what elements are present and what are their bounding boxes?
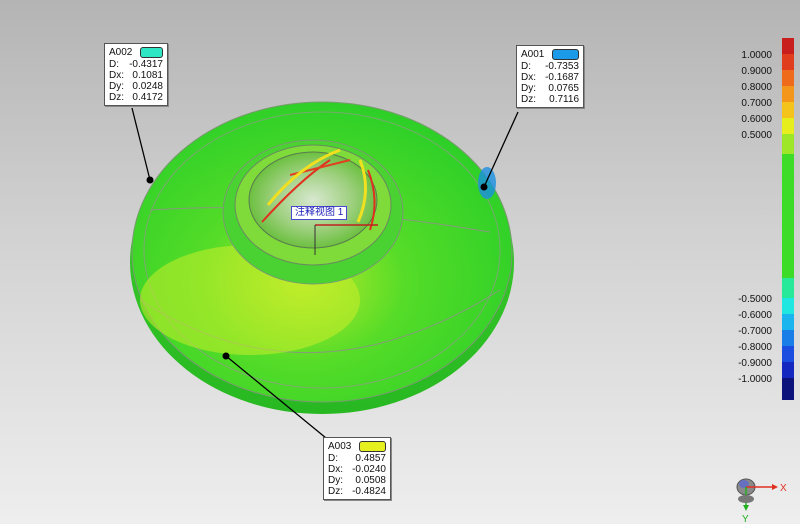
row-key: Dz: <box>521 94 536 105</box>
triad-y-label: Y <box>742 514 749 524</box>
row-value: -0.7353 <box>545 61 579 72</box>
row-value: -0.4317 <box>129 59 163 70</box>
row-key: Dz: <box>109 92 124 103</box>
row-value: 0.0508 <box>355 475 386 486</box>
legend-tick: -0.5000 <box>738 294 772 305</box>
color-swatch <box>140 47 163 58</box>
row-value: 0.1081 <box>132 70 163 81</box>
row-key: Dz: <box>328 486 343 497</box>
annotation-view-label[interactable]: 注释视图 1 <box>291 206 348 220</box>
row-key: Dy: <box>109 81 124 92</box>
color-scale-bar <box>782 38 794 400</box>
callout-id: A002 <box>109 47 133 58</box>
row-key: D: <box>109 59 119 70</box>
row-key: Dy: <box>328 475 343 486</box>
row-key: D: <box>521 61 531 72</box>
color-swatch <box>552 49 579 60</box>
callout-a001[interactable]: A001 D: -0.7353 Dx: -0.1687 Dy: 0.0765 Dz: 0… <box>516 45 584 108</box>
view-triad-icon[interactable]: X Y <box>736 478 787 524</box>
row-value: -0.4824 <box>352 486 386 497</box>
row-value: 0.4857 <box>355 453 386 464</box>
row-value: 0.0248 <box>132 81 163 92</box>
row-key: D: <box>328 453 338 464</box>
legend-tick: 0.7000 <box>741 98 772 109</box>
row-key: Dy: <box>521 83 536 94</box>
row-value: -0.1687 <box>545 72 579 83</box>
row-value: 0.0765 <box>548 83 579 94</box>
row-key: Dx: <box>328 464 343 475</box>
hub-inner <box>248 151 378 249</box>
row-value: 0.4172 <box>132 92 163 103</box>
legend-tick: -0.7000 <box>738 326 772 337</box>
legend-tick: 0.6000 <box>741 114 772 125</box>
legend-tick: -1.0000 <box>738 374 772 385</box>
row-value: -0.0240 <box>352 464 386 475</box>
deviation-patch-blue <box>478 167 496 199</box>
legend-tick: -0.6000 <box>738 310 772 321</box>
triad-x-label: X <box>780 483 787 494</box>
callout-a003[interactable]: A003 D: 0.4857 Dx: -0.0240 Dy: 0.0508 Dz: -0… <box>323 437 391 500</box>
legend-tick: 0.5000 <box>741 130 772 141</box>
row-key: Dx: <box>521 72 536 83</box>
callout-a002[interactable]: A002 D: -0.4317 Dx: 0.1081 Dy: 0.0248 Dz: 0.… <box>104 43 168 106</box>
callout-id: A001 <box>521 49 545 60</box>
legend-tick: 1.0000 <box>741 50 772 61</box>
color-swatch <box>359 441 386 452</box>
callout-id: A003 <box>328 441 352 452</box>
legend-tick: 0.9000 <box>741 66 772 77</box>
impeller-model[interactable] <box>130 101 514 414</box>
legend-tick: -0.8000 <box>738 342 772 353</box>
legend-tick: -0.9000 <box>738 358 772 369</box>
legend-tick: 0.8000 <box>741 82 772 93</box>
row-value: 0.7116 <box>549 94 579 105</box>
color-legend: 1.0000 0.9000 0.8000 0.7000 0.6000 0.500… <box>738 38 800 400</box>
row-key: Dx: <box>109 70 124 81</box>
